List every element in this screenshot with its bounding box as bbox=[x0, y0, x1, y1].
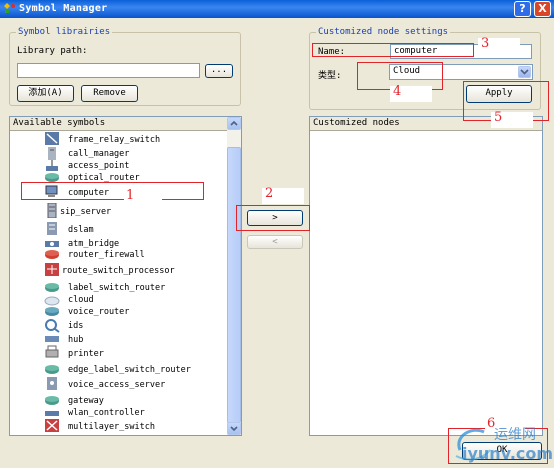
app-icon bbox=[4, 3, 15, 13]
available-scrollbar[interactable] bbox=[227, 117, 241, 435]
symbol-libraries-title: Symbol librairies bbox=[16, 27, 113, 37]
voice-access-server-icon bbox=[47, 377, 57, 390]
annotation-number: 5 bbox=[494, 110, 503, 125]
customized-nodes-panel: Customized nodes bbox=[309, 116, 543, 436]
customized-node-settings-title: Customized node settings bbox=[316, 27, 451, 37]
watermark-cn-text: 运维网 bbox=[494, 427, 536, 443]
multilayer-switch-icon bbox=[45, 419, 59, 432]
annotation-number: 1 bbox=[126, 188, 135, 203]
watermark-logo: 运维网 iyunv.com bbox=[446, 420, 554, 464]
list-item[interactable]: frame_relay_switch bbox=[68, 134, 160, 146]
list-item[interactable]: dslam bbox=[68, 224, 94, 236]
close-button[interactable]: X bbox=[534, 1, 551, 17]
annotation-box bbox=[21, 182, 204, 200]
title-bar: Symbol Manager ? X bbox=[0, 0, 554, 18]
list-item[interactable]: voice_router bbox=[68, 306, 129, 318]
list-item[interactable]: cloud bbox=[68, 294, 94, 306]
scroll-thumb[interactable] bbox=[227, 147, 241, 423]
annotation-box bbox=[236, 205, 310, 231]
window-title: Symbol Manager bbox=[19, 3, 108, 14]
annotation-number: 4 bbox=[393, 84, 402, 99]
dslam-icon bbox=[47, 222, 57, 235]
list-item[interactable]: route_switch_processor bbox=[62, 265, 175, 277]
scroll-down-button[interactable] bbox=[227, 422, 241, 435]
annotation-number: 3 bbox=[481, 36, 490, 51]
watermark-url-text: iyunv.com bbox=[462, 444, 554, 463]
help-button[interactable]: ? bbox=[514, 1, 531, 17]
list-item[interactable]: hub bbox=[68, 334, 83, 346]
annotation-number: 2 bbox=[265, 186, 274, 201]
library-path-label: Library path: bbox=[17, 46, 88, 56]
add-library-button[interactable]: 添加(A) bbox=[17, 85, 74, 102]
remove-from-custom-button[interactable]: < bbox=[247, 235, 303, 249]
list-item[interactable]: router_firewall bbox=[68, 249, 145, 261]
list-item[interactable]: multilayer_switch bbox=[68, 421, 155, 433]
scroll-up-button[interactable] bbox=[227, 117, 241, 130]
list-item[interactable]: voice_access_server bbox=[68, 379, 165, 391]
library-path-input[interactable] bbox=[17, 63, 200, 78]
list-item[interactable]: edge_label_switch_router bbox=[68, 364, 191, 376]
frame-relay-switch-icon bbox=[45, 132, 59, 145]
annotation-box bbox=[312, 43, 474, 57]
router-firewall-icon bbox=[45, 250, 59, 259]
remove-library-button[interactable]: Remove bbox=[81, 85, 138, 102]
route-switch-processor-icon bbox=[45, 263, 59, 276]
printer-icon bbox=[45, 345, 59, 358]
list-item[interactable]: wlan_controller bbox=[68, 407, 145, 419]
chevron-down-icon bbox=[230, 426, 238, 432]
list-item[interactable]: gateway bbox=[68, 395, 104, 407]
list-item[interactable]: ids bbox=[68, 320, 83, 332]
chevron-down-icon bbox=[520, 69, 529, 75]
list-item[interactable]: sip_server bbox=[60, 206, 111, 218]
browse-button[interactable]: ... bbox=[205, 64, 233, 78]
available-symbols-header: Available symbols bbox=[10, 117, 241, 131]
list-item[interactable]: printer bbox=[68, 348, 104, 360]
dropdown-arrow[interactable] bbox=[518, 66, 531, 78]
chevron-up-icon bbox=[230, 120, 238, 126]
sip-server-icon bbox=[47, 203, 57, 218]
list-item[interactable]: access_point bbox=[68, 160, 129, 172]
type-label: 类型: bbox=[318, 71, 342, 81]
edge-label-switch-router-icon bbox=[45, 365, 59, 374]
voice-router-icon bbox=[45, 307, 59, 316]
list-item[interactable]: call_manager bbox=[68, 148, 129, 160]
hub-icon bbox=[45, 336, 59, 342]
list-item[interactable]: label_switch_router bbox=[68, 282, 165, 294]
